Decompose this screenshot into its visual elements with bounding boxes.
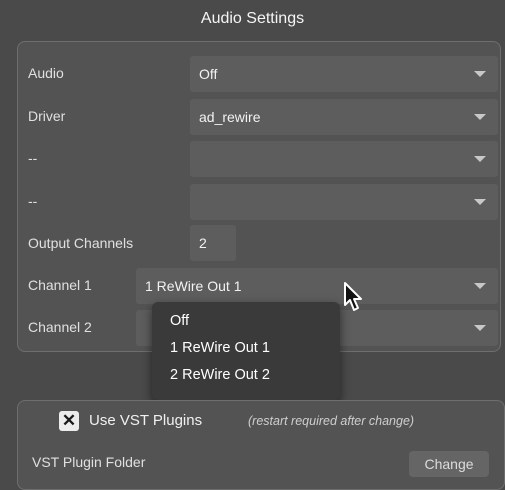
- audio-select[interactable]: Off: [190, 56, 498, 92]
- chevron-down-icon: [474, 71, 486, 77]
- chevron-down-icon: [474, 114, 486, 120]
- dropdown-option-rewire-out-1[interactable]: 1 ReWire Out 1: [152, 335, 340, 362]
- audio-select-value: Off: [199, 66, 218, 82]
- driver-select-value: ad_rewire: [199, 109, 261, 125]
- placeholder-label-2: --: [28, 193, 38, 209]
- output-channels-label: Output Channels: [28, 235, 134, 251]
- output-channels-input[interactable]: 2: [190, 225, 236, 261]
- use-vst-label: Use VST Plugins: [89, 412, 203, 429]
- chevron-down-icon: [474, 283, 486, 289]
- channel-dropdown-menu: Off 1 ReWire Out 1 2 ReWire Out 2: [152, 302, 340, 400]
- use-vst-checkbox[interactable]: ✕: [59, 411, 79, 431]
- channel-2-label: Channel 2: [28, 319, 92, 335]
- chevron-down-icon: [474, 156, 486, 162]
- chevron-down-icon: [474, 199, 486, 205]
- placeholder-select-2[interactable]: [190, 184, 498, 220]
- channel-1-label: Channel 1: [28, 277, 92, 293]
- dropdown-option-rewire-out-2[interactable]: 2 ReWire Out 2: [152, 362, 340, 389]
- placeholder-label-1: --: [28, 150, 38, 166]
- mouse-pointer-icon: [344, 282, 362, 311]
- channel-1-select[interactable]: 1 ReWire Out 1: [136, 268, 498, 304]
- audio-label: Audio: [28, 65, 64, 81]
- vst-panel: ✕ Use VST Plugins (restart required afte…: [17, 400, 505, 490]
- driver-select[interactable]: ad_rewire: [190, 99, 498, 135]
- channel-1-select-value: 1 ReWire Out 1: [145, 278, 242, 294]
- restart-hint: (restart required after change): [248, 414, 415, 428]
- change-folder-button[interactable]: Change: [409, 451, 489, 477]
- chevron-down-icon: [474, 325, 486, 331]
- driver-label: Driver: [28, 108, 66, 124]
- window-title: Audio Settings: [200, 10, 305, 27]
- placeholder-select-1[interactable]: [190, 141, 498, 177]
- dropdown-option-off[interactable]: Off: [152, 308, 340, 335]
